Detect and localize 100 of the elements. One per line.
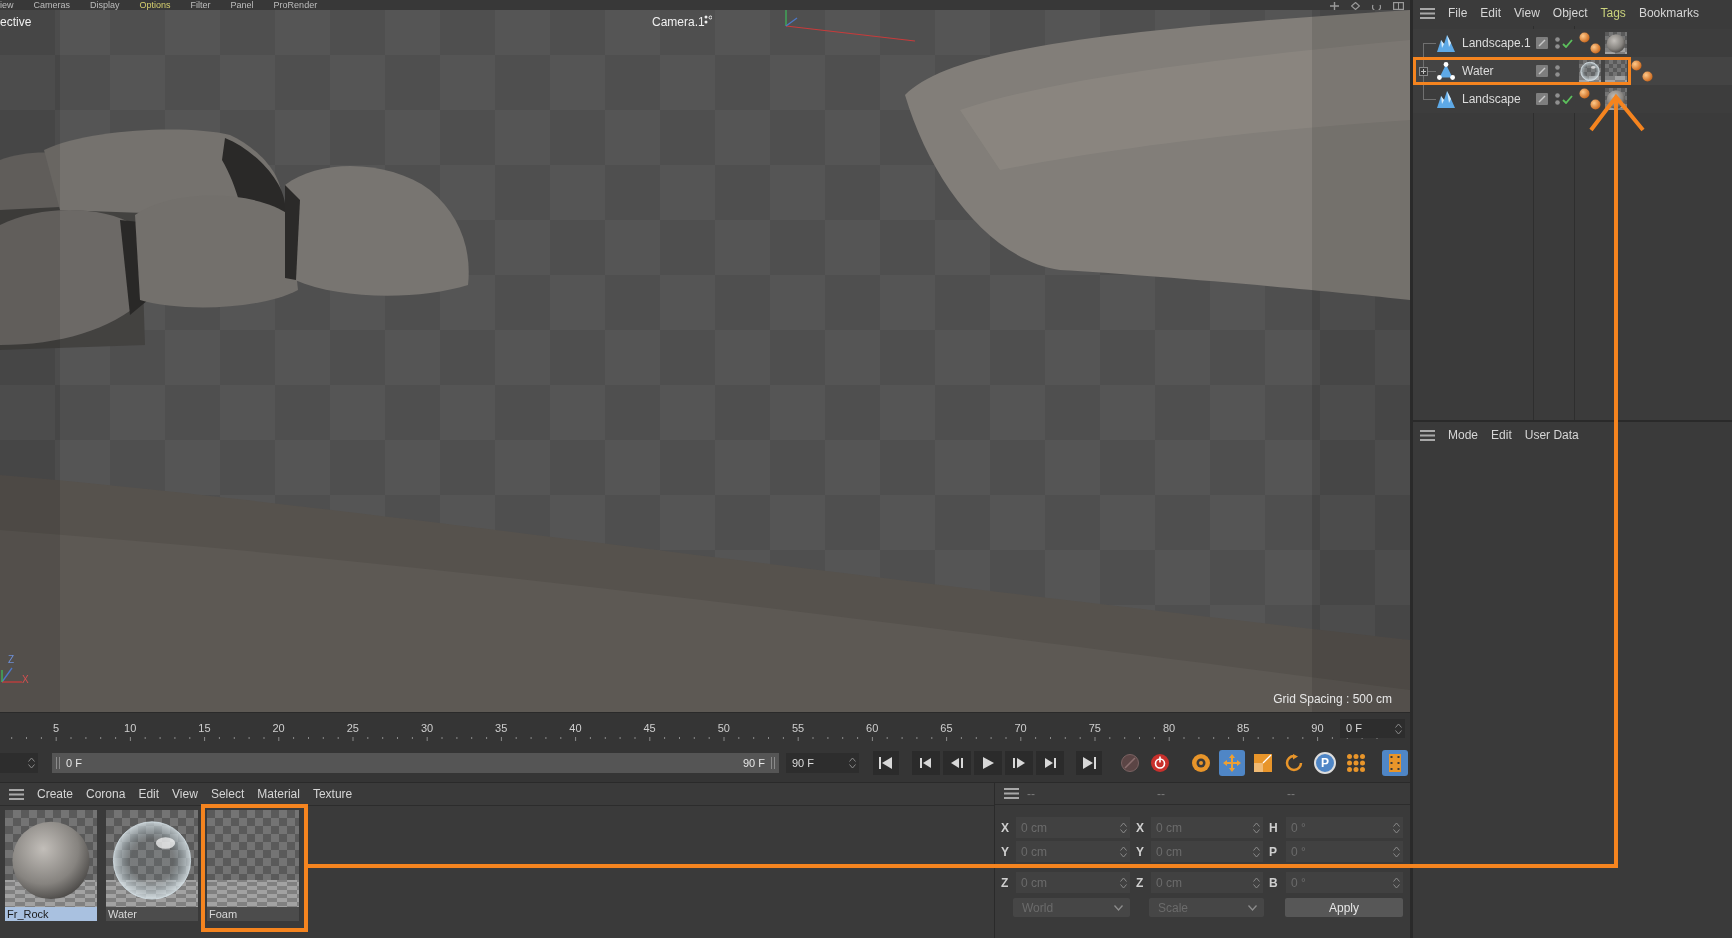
- glass-sphere-icon[interactable]: [1579, 60, 1601, 82]
- menu-item[interactable]: iew: [0, 1, 14, 10]
- frame-number: 75: [1088, 721, 1101, 736]
- axis-label: Y: [1136, 843, 1145, 861]
- two-spheres-icon[interactable]: [1579, 32, 1601, 54]
- frame-field[interactable]: [0, 753, 38, 773]
- parameter-button[interactable]: P: [1314, 752, 1336, 774]
- frame-number: 60: [866, 721, 879, 736]
- menu-item[interactable]: View: [172, 785, 198, 803]
- range-end-label: 90 F: [743, 755, 765, 771]
- grip-icon[interactable]: [56, 757, 60, 769]
- two-dots-icon[interactable]: [1555, 93, 1560, 105]
- object-name[interactable]: Landscape.1: [1462, 34, 1533, 52]
- two-dots-icon[interactable]: [1555, 65, 1560, 77]
- glass-sphere-preview[interactable]: [106, 810, 198, 907]
- checkmark-icon[interactable]: [1562, 94, 1573, 104]
- spinner-icon[interactable]: [1395, 722, 1402, 735]
- two-spheres-icon[interactable]: [1631, 60, 1653, 82]
- frame-number: 45: [643, 721, 656, 736]
- frame-number: 70: [1014, 721, 1027, 736]
- checkmark-icon[interactable]: [1562, 38, 1573, 48]
- checker-icon[interactable]: [1605, 60, 1627, 82]
- frame-number: 25: [346, 721, 359, 736]
- two-spheres-icon[interactable]: [1579, 88, 1601, 110]
- go-to-start-button[interactable]: [873, 751, 899, 775]
- material-name[interactable]: Water: [106, 907, 198, 921]
- dots-icon[interactable]: [704, 15, 712, 24]
- menu-icon[interactable]: [1004, 788, 1019, 799]
- menu-item[interactable]: ProRender: [273, 1, 318, 10]
- chevron-down-icon: [1248, 904, 1257, 911]
- current-frame-field[interactable]: 0 F: [1340, 719, 1405, 738]
- menu-item[interactable]: Mode: [1448, 426, 1479, 444]
- mountain-icon: [1437, 90, 1455, 108]
- menu-item[interactable]: Edit: [138, 785, 160, 803]
- circle-slash-icon: [1121, 754, 1139, 772]
- column-header: --: [1287, 785, 1296, 803]
- menu-icon[interactable]: [1420, 429, 1435, 441]
- slash-square-icon[interactable]: [1536, 93, 1548, 105]
- play-icon: [981, 757, 995, 769]
- menu-item[interactable]: Cameras: [33, 1, 71, 10]
- menu-icon[interactable]: [9, 788, 24, 800]
- menu-item[interactable]: User Data: [1524, 426, 1579, 444]
- menu-item[interactable]: View: [1514, 4, 1540, 22]
- frame-number: 40: [569, 721, 582, 736]
- step-back-icon: [950, 757, 964, 769]
- grip-icon[interactable]: [771, 757, 775, 769]
- two-dots-icon[interactable]: [1555, 37, 1560, 49]
- menu-item[interactable]: Texture: [312, 785, 353, 803]
- end-frame-field[interactable]: 90 F: [786, 753, 859, 773]
- menu-item[interactable]: Edit: [1480, 4, 1502, 22]
- frame-number: 5: [52, 721, 60, 736]
- power-icon: [1151, 754, 1169, 772]
- menu-item[interactable]: Panel: [230, 1, 254, 10]
- timeline-button[interactable]: [1382, 750, 1408, 776]
- spinner-icon[interactable]: [28, 757, 35, 769]
- menu-item[interactable]: Tags: [1600, 4, 1626, 22]
- next-frame-button[interactable]: [1005, 751, 1033, 775]
- stone-sphere-icon[interactable]: [1605, 32, 1627, 54]
- frame-number: 30: [420, 721, 434, 736]
- object-name[interactable]: Water: [1462, 62, 1533, 80]
- range-start-label: 0 F: [66, 755, 82, 771]
- cross-icon[interactable]: [1330, 2, 1339, 10]
- slash-square-icon[interactable]: [1536, 37, 1548, 49]
- diamond-icon[interactable]: [1351, 2, 1360, 10]
- split-panel-icon[interactable]: [1393, 2, 1404, 10]
- menu-item[interactable]: Material: [257, 785, 300, 803]
- plus-box-icon[interactable]: [1419, 67, 1428, 76]
- view-name: ective: [0, 14, 32, 31]
- menu-icon[interactable]: [1420, 7, 1435, 19]
- menu-item[interactable]: Bookmarks: [1638, 4, 1699, 22]
- menu-item[interactable]: File: [1448, 4, 1468, 22]
- menu-item[interactable]: Display: [90, 1, 120, 10]
- menu-item[interactable]: Select: [210, 785, 245, 803]
- frame-range-bar[interactable]: 0 F 90 F: [52, 753, 779, 773]
- material-name[interactable]: Fr_Rock: [5, 907, 97, 921]
- previous-key-button[interactable]: [912, 751, 940, 775]
- axis-label: H: [1269, 819, 1279, 837]
- spinner-icon[interactable]: [849, 757, 856, 769]
- menu-item[interactable]: Edit: [1491, 426, 1512, 444]
- checker-preview[interactable]: [207, 810, 299, 907]
- menu-item[interactable]: Filter: [190, 1, 211, 10]
- menu-item[interactable]: Options: [139, 1, 171, 10]
- axis-label: P: [1269, 843, 1278, 861]
- frame-number: 55: [791, 721, 805, 736]
- next-key-button[interactable]: [1036, 751, 1064, 775]
- menu-item[interactable]: Create: [37, 785, 74, 803]
- previous-frame-button[interactable]: [943, 751, 971, 775]
- slash-square-icon[interactable]: [1536, 65, 1548, 77]
- stone-sphere-preview[interactable]: [5, 810, 97, 907]
- menu-item[interactable]: Object: [1552, 4, 1588, 22]
- play-button[interactable]: [974, 751, 1002, 775]
- axis-label: Z: [8, 653, 15, 667]
- object-row[interactable]: Water: [1413, 57, 1732, 85]
- go-to-end-button[interactable]: [1076, 751, 1102, 775]
- axis-label: X: [1001, 819, 1010, 837]
- menu-item[interactable]: Corona: [86, 785, 126, 803]
- timeline-ruler[interactable]: 5 10 15 20 25 30 35 40 45 50 55 60 65 70 75 80 85 90 0 F: [0, 712, 1410, 744]
- material-name[interactable]: Foam: [207, 907, 299, 921]
- camera-name: Camera.1: [652, 14, 705, 31]
- object-name[interactable]: Landscape: [1462, 90, 1533, 108]
